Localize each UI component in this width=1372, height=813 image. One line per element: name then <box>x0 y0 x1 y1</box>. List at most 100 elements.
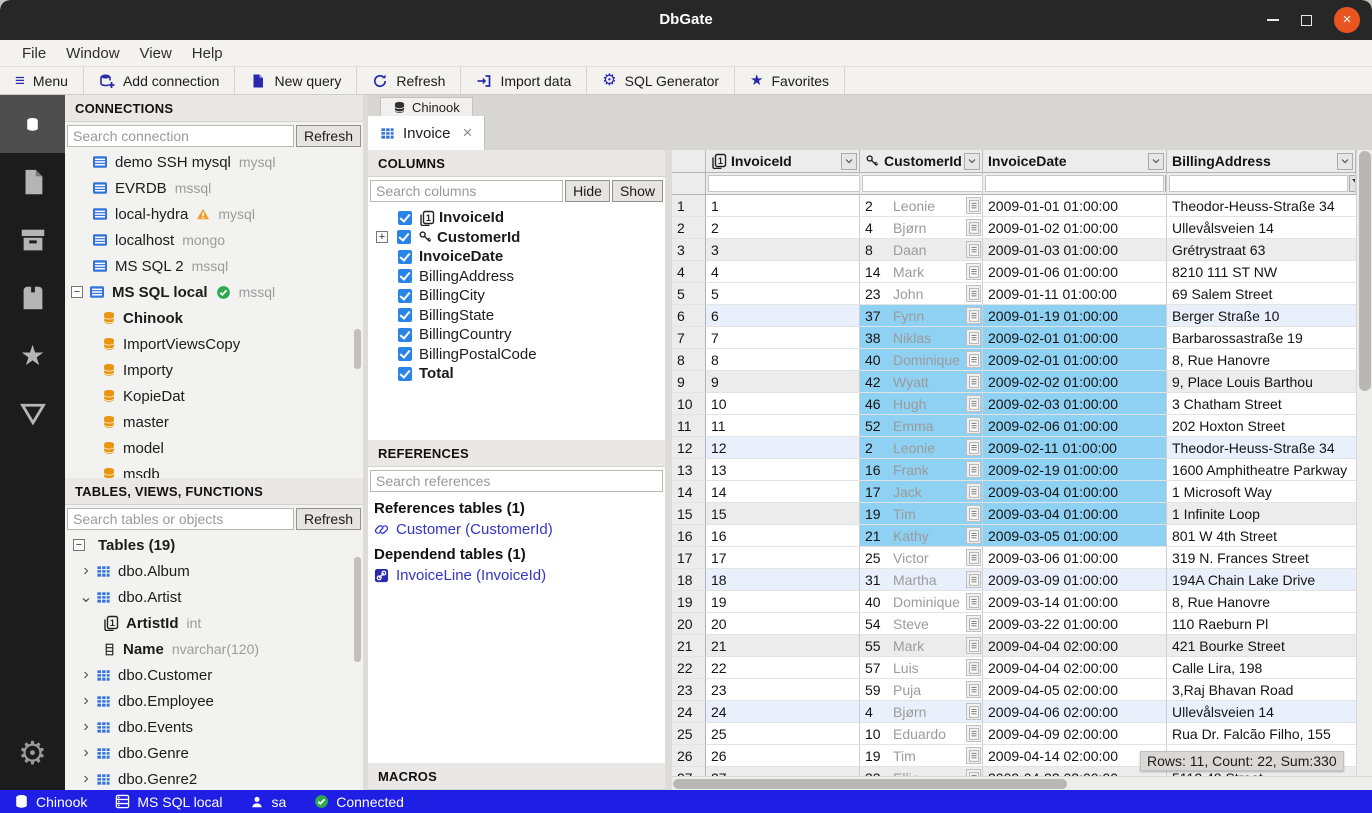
cell-invoiceid[interactable]: 27 <box>706 767 860 776</box>
cell-invoiceid[interactable]: 17 <box>706 547 860 569</box>
row-number[interactable]: 26 <box>672 745 706 767</box>
cell-invoicedate[interactable]: 2009-02-01 01:00:00 <box>983 349 1167 371</box>
cell-invoiceid[interactable]: 24 <box>706 701 860 723</box>
cell-customerid[interactable]: 2Leonie <box>860 195 983 217</box>
cell-invoicedate[interactable]: 2009-03-14 01:00:00 <box>983 591 1167 613</box>
cell-invoicedate[interactable]: 2009-02-19 01:00:00 <box>983 459 1167 481</box>
database-item[interactable]: Chinook <box>65 305 363 331</box>
rail-item-file[interactable] <box>0 153 65 211</box>
cell-customerid[interactable]: 4Bjørn <box>860 701 983 723</box>
cell-billingaddress[interactable]: 421 Bourke Street <box>1167 635 1356 657</box>
checkbox[interactable] <box>398 328 412 342</box>
cell-billingaddress[interactable]: Grétrystraat 63 <box>1167 239 1356 261</box>
tables-scrollbar[interactable] <box>354 557 361 662</box>
cell-invoiceid[interactable]: 15 <box>706 503 860 525</box>
database-item[interactable]: model <box>65 435 363 461</box>
cell-invoicedate[interactable]: 2009-01-19 01:00:00 <box>983 305 1167 327</box>
row-number[interactable]: 6 <box>672 305 706 327</box>
open-reference-button[interactable] <box>966 461 981 478</box>
cell-invoiceid[interactable]: 8 <box>706 349 860 371</box>
reference-link-customer[interactable]: Customer (CustomerId) <box>368 519 665 540</box>
cell-invoiceid[interactable]: 5 <box>706 283 860 305</box>
cell-customerid[interactable]: 2Leonie <box>860 437 983 459</box>
row-number[interactable]: 17 <box>672 547 706 569</box>
status-ms-sql-local[interactable]: MS SQL local <box>115 794 222 810</box>
toolbar-button-refresh[interactable]: Refresh <box>357 67 461 94</box>
open-reference-button[interactable] <box>966 527 981 544</box>
cell-customerid[interactable]: 16Frank <box>860 459 983 481</box>
cell-invoicedate[interactable]: 2009-04-04 02:00:00 <box>983 635 1167 657</box>
cell-billingaddress[interactable]: Theodor-Heuss-Straße 34 <box>1167 437 1356 459</box>
cell-invoicedate[interactable]: 2009-03-04 01:00:00 <box>983 481 1167 503</box>
table-item[interactable]: ›dbo.Employee <box>65 688 363 714</box>
cell-billingaddress[interactable]: 9, Place Louis Barthou <box>1167 371 1356 393</box>
collapse-icon[interactable]: − <box>73 539 85 551</box>
filter-input-billingaddress[interactable] <box>1169 175 1348 192</box>
maximize-button[interactable] <box>1301 15 1312 26</box>
open-reference-button[interactable] <box>966 483 981 500</box>
collapse-icon[interactable]: − <box>71 286 83 298</box>
checkbox[interactable] <box>398 250 412 264</box>
cell-invoicedate[interactable]: 2009-04-05 02:00:00 <box>983 679 1167 701</box>
chevron-right-icon[interactable]: › <box>79 692 93 710</box>
minimize-button[interactable] <box>1267 19 1279 21</box>
row-number[interactable]: 4 <box>672 261 706 283</box>
cell-billingaddress[interactable]: 3,Raj Bhavan Road <box>1167 679 1356 701</box>
column-checkbox-row[interactable]: BillingCity <box>368 286 665 306</box>
grid-header-invoicedate[interactable]: InvoiceDate <box>983 150 1167 173</box>
column-checkbox-row[interactable]: BillingPostalCode <box>368 345 665 365</box>
filter-input-invoiceid[interactable] <box>708 175 860 192</box>
row-number[interactable]: 7 <box>672 327 706 349</box>
cell-invoicedate[interactable]: 2009-01-01 01:00:00 <box>983 195 1167 217</box>
chevron-right-icon[interactable]: › <box>79 718 93 736</box>
open-reference-button[interactable] <box>966 439 981 456</box>
cell-invoiceid[interactable]: 7 <box>706 327 860 349</box>
cell-invoiceid[interactable]: 21 <box>706 635 860 657</box>
column-item[interactable]: 1ArtistIdint <box>65 610 363 636</box>
open-reference-button[interactable] <box>966 373 981 390</box>
filter-input-invoicedate[interactable] <box>985 175 1164 192</box>
search-references-input[interactable] <box>370 470 663 492</box>
table-item[interactable]: ›dbo.Events <box>65 714 363 740</box>
open-reference-button[interactable] <box>966 505 981 522</box>
open-reference-button[interactable] <box>966 263 981 280</box>
row-number[interactable]: 12 <box>672 437 706 459</box>
toolbar-button-import-data[interactable]: Import data <box>461 67 587 94</box>
cell-billingaddress[interactable]: 319 N. Frances Street <box>1167 547 1356 569</box>
cell-invoicedate[interactable]: 2009-01-03 01:00:00 <box>983 239 1167 261</box>
database-item[interactable]: KopieDat <box>65 383 363 409</box>
row-number[interactable]: 20 <box>672 613 706 635</box>
cell-customerid[interactable]: 21Kathy <box>860 525 983 547</box>
row-number[interactable]: 2 <box>672 217 706 239</box>
cell-invoiceid[interactable]: 22 <box>706 657 860 679</box>
rail-item-database[interactable] <box>0 95 65 153</box>
column-menu-button[interactable] <box>1337 153 1353 170</box>
cell-customerid[interactable]: 10Eduardo <box>860 723 983 745</box>
cell-invoicedate[interactable]: 2009-02-02 01:00:00 <box>983 371 1167 393</box>
database-context-chip[interactable]: Chinook <box>380 97 473 116</box>
cell-invoiceid[interactable]: 19 <box>706 591 860 613</box>
cell-invoicedate[interactable]: 2009-02-03 01:00:00 <box>983 393 1167 415</box>
cell-billingaddress[interactable]: Theodor-Heuss-Straße 34 <box>1167 195 1356 217</box>
row-number[interactable]: 10 <box>672 393 706 415</box>
cell-invoiceid[interactable]: 16 <box>706 525 860 547</box>
open-reference-button[interactable] <box>966 593 981 610</box>
column-checkbox-row[interactable]: 1InvoiceId <box>368 208 665 228</box>
tab-invoice[interactable]: Invoice × <box>368 116 485 150</box>
cell-customerid[interactable]: 4Bjørn <box>860 217 983 239</box>
row-number[interactable]: 5 <box>672 283 706 305</box>
table-item[interactable]: ⌄dbo.Artist <box>65 584 363 610</box>
checkbox[interactable] <box>398 347 412 361</box>
open-reference-button[interactable] <box>966 329 981 346</box>
connection-item[interactable]: EVRDBmssql <box>65 175 363 201</box>
open-reference-button[interactable] <box>966 769 981 776</box>
cell-invoiceid[interactable]: 26 <box>706 745 860 767</box>
cell-customerid[interactable]: 25Victor <box>860 547 983 569</box>
cell-customerid[interactable]: 46Hugh <box>860 393 983 415</box>
cell-billingaddress[interactable]: 3 Chatham Street <box>1167 393 1356 415</box>
cell-billingaddress[interactable]: 8, Rue Hanovre <box>1167 591 1356 613</box>
cell-customerid[interactable]: 38Niklas <box>860 327 983 349</box>
expand-icon[interactable]: + <box>376 231 388 243</box>
status-connected[interactable]: Connected <box>314 794 404 810</box>
cell-billingaddress[interactable]: 1 Microsoft Way <box>1167 481 1356 503</box>
